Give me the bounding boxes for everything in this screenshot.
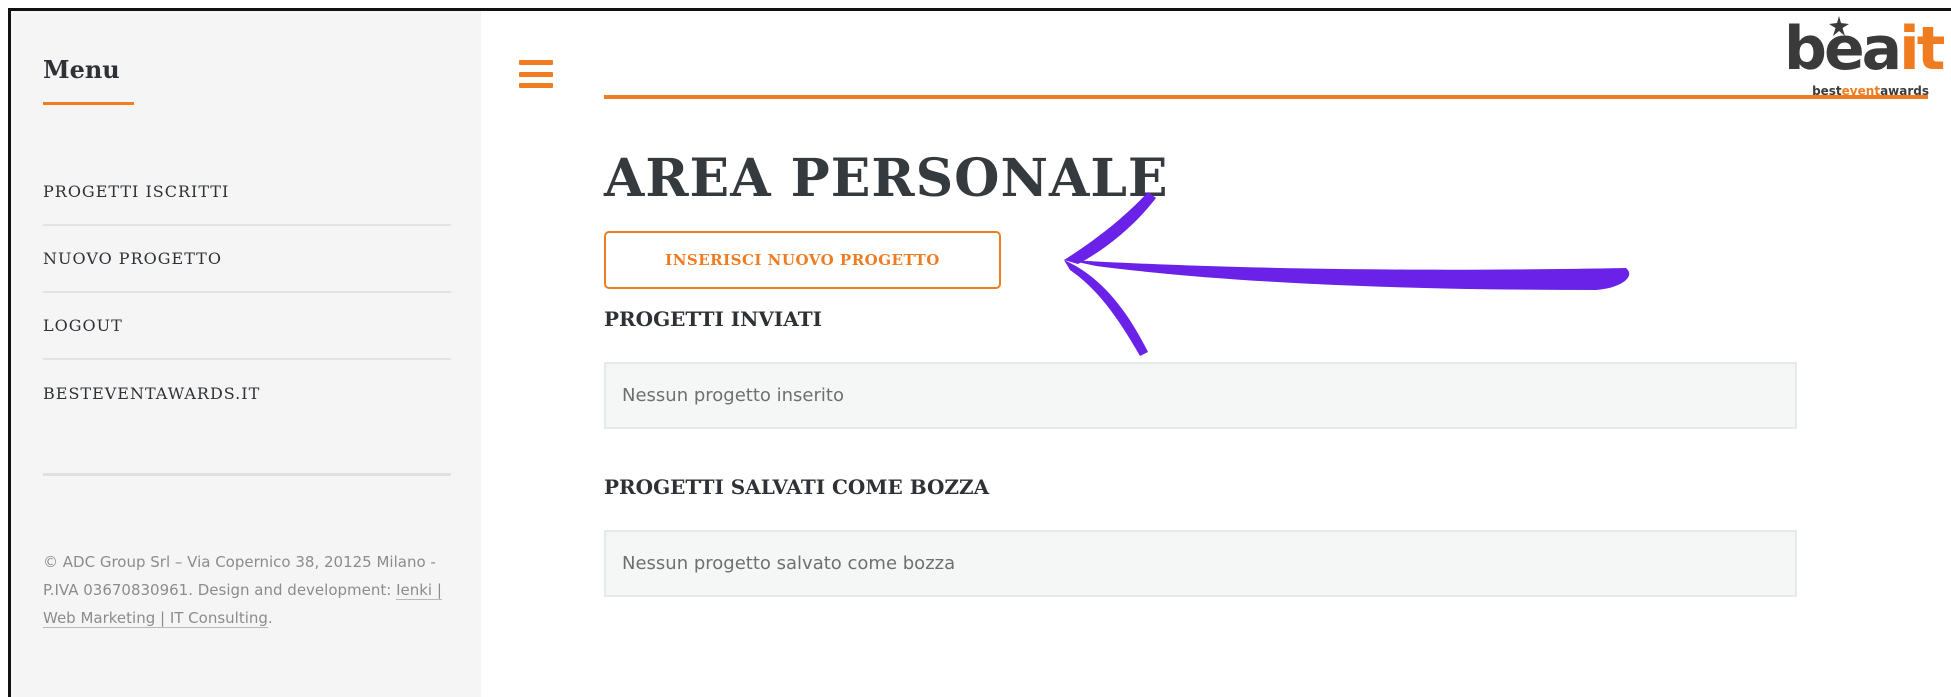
- logo-wordmark: beait: [1784, 14, 1945, 84]
- insert-new-project-button[interactable]: INSERISCI NUOVO PROGETTO: [604, 231, 1001, 289]
- sidebar-item-label: LOGOUT: [43, 316, 123, 335]
- menu-title-underline: [43, 102, 134, 105]
- footer-suffix: .: [267, 609, 273, 627]
- sidebar-item-logout[interactable]: LOGOUT: [43, 293, 451, 360]
- sidebar-item-progetti-iscritti[interactable]: PROGETTI ISCRITTI: [43, 159, 451, 226]
- sidebar-divider: [43, 473, 451, 476]
- sidebar-item-label: PROGETTI ISCRITTI: [43, 182, 230, 201]
- section-title-progetti-inviati: PROGETTI INVIATI: [604, 307, 822, 331]
- logo-tagline: besteventawards: [1812, 84, 1929, 98]
- hamburger-icon[interactable]: [519, 60, 553, 88]
- empty-state-progetti-bozza: Nessun progetto salvato come bozza: [604, 530, 1797, 597]
- empty-state-progetti-inviati: Nessun progetto inserito: [604, 362, 1797, 429]
- sidebar-item-besteventawards[interactable]: BESTEVENTAWARDS.IT: [43, 360, 451, 427]
- section-title-progetti-bozza: PROGETTI SALVATI COME BOZZA: [604, 475, 990, 499]
- empty-state-text: Nessun progetto salvato come bozza: [622, 553, 956, 574]
- star-icon: [1829, 16, 1849, 36]
- sidebar-footer: © ADC Group Srl – Via Copernico 38, 2012…: [43, 548, 453, 632]
- empty-state-text: Nessun progetto inserito: [622, 385, 844, 406]
- hamburger-bar: [519, 83, 553, 88]
- footer-copyright: © ADC Group Srl – Via Copernico 38, 2012…: [43, 553, 436, 599]
- menu-title: Menu: [43, 55, 120, 84]
- sidebar-item-label: NUOVO PROGETTO: [43, 249, 222, 268]
- header-divider: [604, 95, 1928, 99]
- hamburger-bar: [519, 60, 553, 65]
- sidebar-item-nuovo-progetto[interactable]: NUOVO PROGETTO: [43, 226, 451, 293]
- beait-logo[interactable]: beait besteventawards: [1784, 14, 1945, 98]
- arrow-annotation-icon: [1064, 192, 1630, 356]
- hamburger-bar: [519, 71, 553, 77]
- sidebar-menu: PROGETTI ISCRITTI NUOVO PROGETTO LOGOUT …: [43, 159, 451, 427]
- sidebar: Menu PROGETTI ISCRITTI NUOVO PROGETTO LO…: [11, 11, 481, 697]
- sidebar-item-label: BESTEVENTAWARDS.IT: [43, 384, 261, 403]
